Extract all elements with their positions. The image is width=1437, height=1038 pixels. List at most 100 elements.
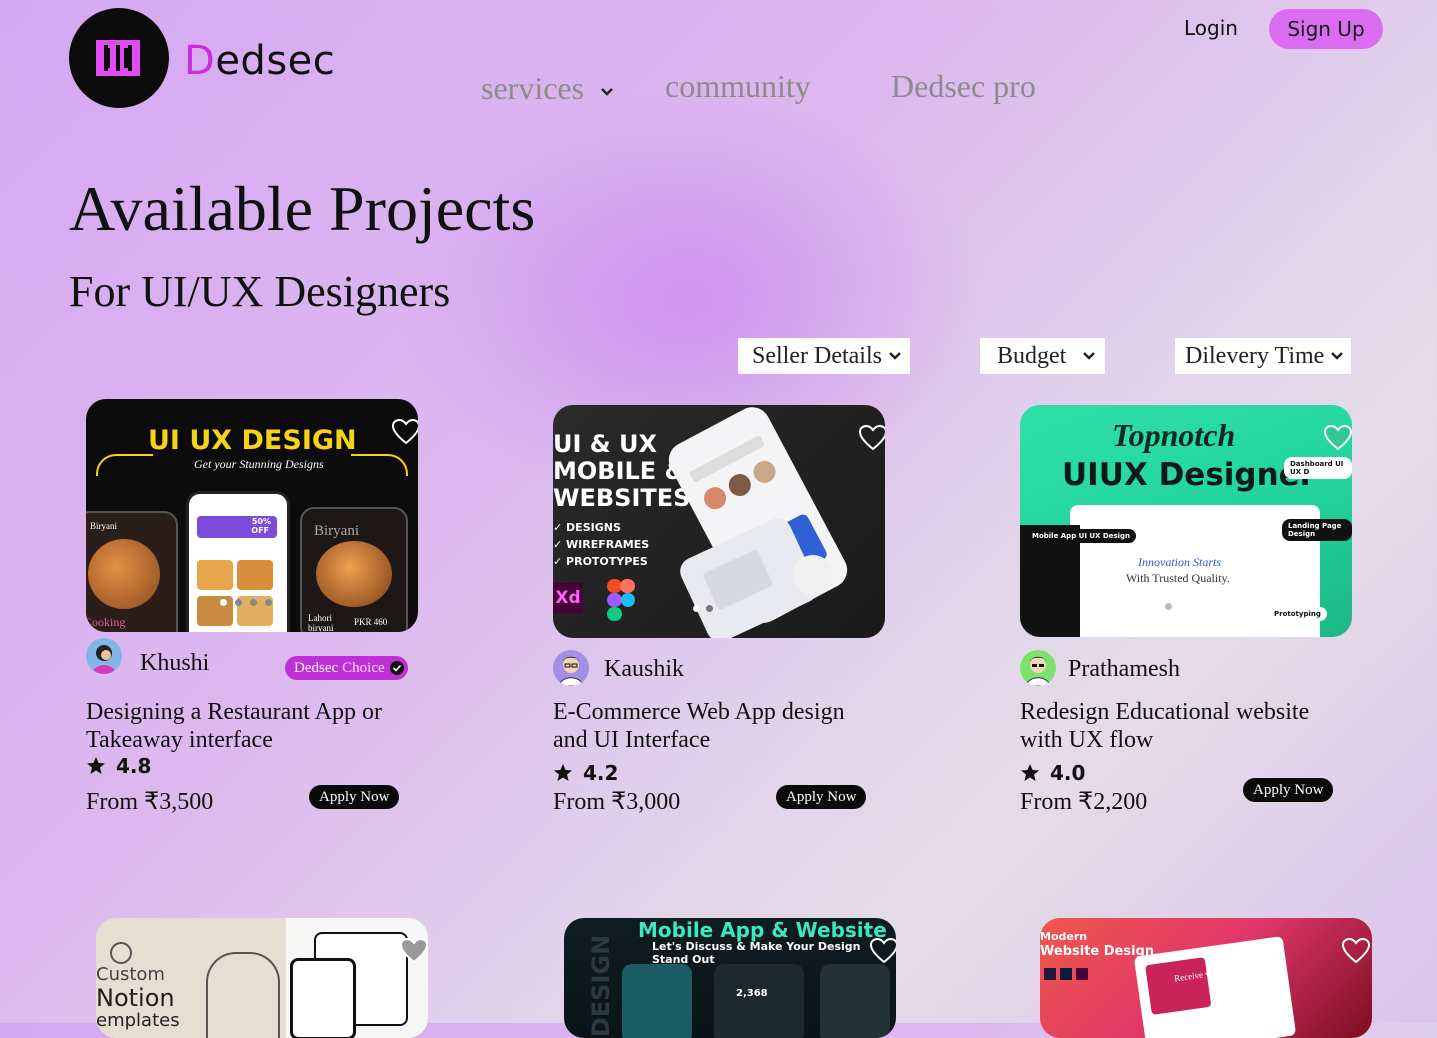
thumb-label: xperience [86, 630, 131, 632]
rating-value: 4.2 [583, 761, 619, 785]
avatar[interactable] [86, 638, 122, 674]
thumb-side-text: DESIGN [587, 934, 616, 1038]
carousel-dots[interactable] [693, 605, 713, 612]
thumb-label: Biryani [90, 521, 117, 531]
rating: 4.0 [1020, 761, 1085, 785]
signup-button[interactable]: Sign Up [1269, 9, 1383, 49]
thumb-tagline: Let's Discuss & Make Your Design Stand O… [652, 940, 861, 966]
project-thumbnail[interactable]: UI & UX MOBILE & WEBSITES ✓ DESIGNS ✓ WI… [553, 405, 885, 638]
promo-banner: 50% OFF [197, 516, 277, 538]
notion-icon [110, 942, 132, 964]
project-thumbnail[interactable]: Topnotch UIUX Designer Innovation Starts… [1020, 405, 1352, 637]
food-tile [237, 560, 273, 590]
carousel-dots[interactable] [1150, 603, 1172, 610]
page-title: Available Projects [69, 173, 536, 244]
thumb-label: Biryani [314, 523, 359, 539]
project-thumbnail[interactable]: Custom Notion emplates [96, 918, 428, 1038]
thumb-chip: Landing Page Design [1282, 519, 1352, 541]
seller-name[interactable]: Khushi [140, 650, 209, 677]
project-title[interactable]: Redesign Educational website with UX flo… [1020, 698, 1350, 754]
star-icon [554, 764, 572, 781]
nav-services[interactable]: services [481, 70, 614, 107]
seller-name[interactable]: Prathamesh [1068, 656, 1180, 683]
chevron-down-icon [601, 87, 613, 96]
page-subtitle: For UI/UX Designers [69, 267, 451, 316]
rating: 4.8 [86, 754, 151, 778]
verified-icon [389, 661, 404, 675]
thumb-item: PROTOTYPES [566, 555, 648, 568]
tool-icons [1044, 968, 1088, 980]
price: From ₹2,200 [1020, 789, 1148, 815]
avatar-image [92, 645, 116, 674]
thumb-line: Modern [1040, 930, 1088, 943]
carousel-dots[interactable] [220, 599, 272, 606]
avatar-image [1025, 656, 1051, 686]
thumb-line: Innovation Starts [1138, 555, 1221, 569]
robot-image [793, 555, 833, 595]
xd-icon: Xd [553, 583, 583, 613]
logo[interactable] [69, 8, 169, 108]
phone-mockup: 50% OFF [186, 491, 290, 632]
chevron-down-icon [889, 352, 901, 360]
star-icon [87, 757, 105, 774]
dedsec-choice-badge: Dedsec Choice [285, 656, 408, 680]
apply-now-button[interactable]: Apply Now [1243, 778, 1334, 802]
filter-delivery-label: Dilevery Time [1185, 342, 1325, 369]
project-title[interactable]: E-Commerce Web App design and UI Interfa… [553, 698, 883, 754]
badge-choice: Choice [342, 659, 385, 676]
star-icon [1021, 764, 1039, 781]
heart-icon[interactable] [1324, 425, 1352, 451]
login-link[interactable]: Login [1184, 16, 1238, 40]
heart-icon[interactable] [1342, 938, 1370, 964]
rating: 4.2 [553, 761, 618, 785]
filter-seller-details[interactable]: Seller Details [738, 338, 910, 374]
thumb-chip: Prototyping [1268, 607, 1327, 621]
decor-swirl [351, 454, 408, 476]
brand-name[interactable]: Dedsec [184, 38, 335, 84]
phone-mockup: Biryani Lahori biryani PKR 460 [300, 507, 408, 632]
filter-budget[interactable]: Budget [980, 338, 1105, 374]
thumb-label: Cooking [86, 615, 126, 629]
filter-delivery-time[interactable]: Dilevery Time [1175, 338, 1351, 374]
food-image [88, 539, 160, 609]
thumb-chip: Dashboard UI UX D [1284, 457, 1352, 479]
heart-icon[interactable] [392, 419, 418, 445]
food-tile [197, 560, 233, 590]
project-thumbnail[interactable]: Mobile App & Website Let's Discuss & Mak… [564, 918, 896, 1038]
thumb-line: emplates [96, 1010, 180, 1031]
chevron-down-icon [1083, 352, 1096, 360]
project-thumbnail[interactable]: Modern Website Design Receive value [1040, 918, 1372, 1038]
device-panel [286, 918, 428, 1038]
price: From ₹3,000 [553, 789, 681, 815]
food-image [316, 541, 392, 607]
thumb-label: 50% [251, 517, 271, 526]
filter-seller-label: Seller Details [752, 342, 882, 369]
decor-swirl [96, 454, 153, 476]
seller-name[interactable]: Kaushik [604, 656, 684, 683]
apply-now-button[interactable]: Apply Now [309, 785, 400, 809]
thumb-label: PKR 460 [354, 617, 388, 627]
dedsec-logo-icon [96, 40, 140, 76]
thumb-item: DESIGNS [566, 521, 621, 534]
thumb-item: WIREFRAMES [566, 538, 650, 551]
phone-mockup [622, 964, 692, 1038]
nav-community[interactable]: community [665, 68, 811, 105]
project-thumbnail[interactable]: UI UX DESIGN Get your Stunning Designs B… [86, 399, 418, 632]
thumb-tagline: Get your Stunning Designs [194, 457, 324, 471]
figma-icon [607, 579, 635, 621]
heart-icon[interactable] [400, 938, 428, 964]
rating-value: 4.8 [116, 754, 152, 778]
thumb-label: Lahori [308, 613, 332, 623]
avatar[interactable] [1020, 650, 1056, 686]
avatar[interactable] [553, 650, 589, 686]
apply-now-button[interactable]: Apply Now [776, 785, 867, 809]
heart-icon[interactable] [859, 425, 885, 451]
phone-mockup: Biryani Cooking xperience [86, 511, 178, 632]
thumb-line: With Trusted Quality. [1126, 571, 1230, 585]
project-title[interactable]: Designing a Restaurant App or Takeaway i… [86, 698, 416, 754]
nav-dedsec-pro[interactable]: Dedsec pro [891, 68, 1036, 105]
phone-mockup: 2,368 [714, 964, 804, 1038]
brand-initial: D [184, 38, 216, 84]
heart-icon[interactable] [870, 938, 896, 964]
thumb-headline-block: UI & UX MOBILE & WEBSITES [553, 431, 690, 512]
